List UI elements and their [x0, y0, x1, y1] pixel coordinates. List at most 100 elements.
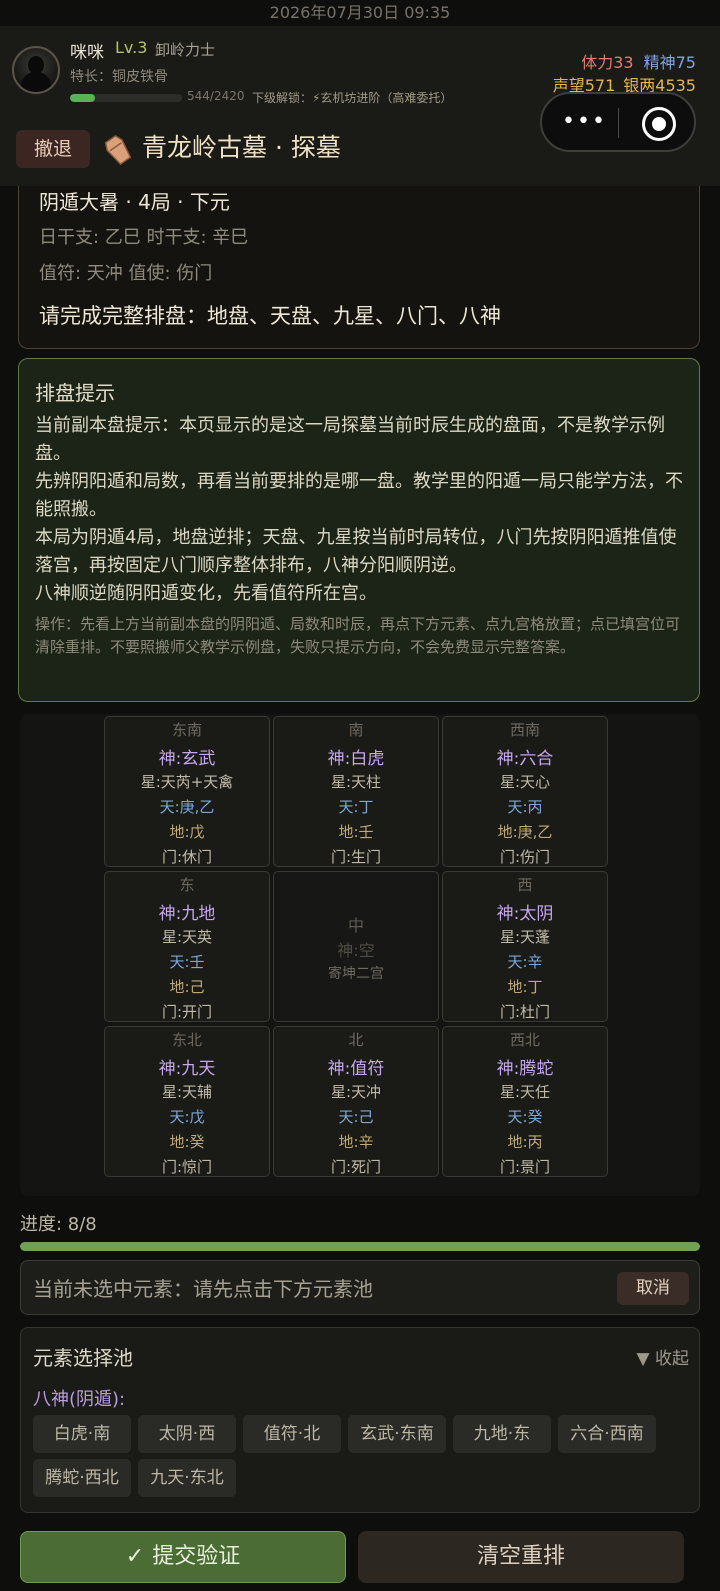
palace-di: 地:己: [169, 978, 205, 996]
element-chip[interactable]: 腾蛇·西北: [33, 1459, 131, 1497]
check-icon: ✓: [125, 1544, 145, 1569]
close-miniprogram-icon[interactable]: [642, 107, 676, 141]
palace-xing: 星:天芮+天禽: [140, 773, 234, 791]
palace-di: 地:丙: [507, 1133, 543, 1151]
stats-row-1: 体力33 精神75: [581, 49, 696, 73]
element-group-label: 八神(阴遁):: [33, 1389, 126, 1410]
element-chip[interactable]: 值符·北: [243, 1415, 341, 1453]
player-name: 咪咪: [70, 43, 104, 63]
element-chip[interactable]: 六合·西南: [558, 1415, 656, 1453]
palace-direction: 中: [347, 916, 364, 935]
palace-southeast[interactable]: 东南 神:玄武 星:天芮+天禽 天:庚,乙 地:戊 门:休门: [104, 716, 270, 867]
palace-tian: 天:癸: [507, 1108, 543, 1126]
hint-body: 当前副本盘提示：本页显示的是这一局探墓当前时辰生成的盘面，不是教学示例盘。 先辨…: [35, 412, 689, 608]
hint-paragraph: 八神顺逆随阴阳遁变化，先看值符所在宫。: [35, 583, 377, 604]
player-trait: 特长：铜皮铁骨: [70, 69, 168, 85]
chart-zhifu-line: 值符: 天冲 值使: 伤门: [39, 263, 213, 284]
palace-direction: 南: [348, 721, 364, 739]
palace-note: 寄坤二宫: [328, 966, 384, 982]
status-bar-time: 2026年07月30日 09:35: [269, 3, 451, 22]
palace-shen: 神:玄武: [158, 749, 216, 769]
palace-tian: 天:辛: [507, 953, 543, 971]
palace-men: 门:惊门: [161, 1158, 213, 1176]
palace-shen: 神:腾蛇: [496, 1059, 554, 1079]
element-chip[interactable]: 九天·东北: [138, 1459, 236, 1497]
palace-di: 地:丁: [507, 978, 543, 996]
clear-reset-button[interactable]: 清空重排: [358, 1531, 684, 1583]
hint-paragraph: 本局为阴遁4局，地盘逆排；天盘、九星按当前时局转位，八门先按阴阳遁推值使落宫，再…: [35, 527, 677, 576]
hint-title: 排盘提示: [35, 381, 115, 405]
palace-west[interactable]: 西 神:太阴 星:天蓬 天:辛 地:丁 门:杜门: [442, 871, 608, 1022]
hint-card: 排盘提示 当前副本盘提示：本页显示的是这一局探墓当前时辰生成的盘面，不是教学示例…: [18, 358, 700, 702]
palace-men: 门:景门: [499, 1158, 551, 1176]
element-chip[interactable]: 玄武·东南: [348, 1415, 446, 1453]
palace-shen: 神:九地: [158, 904, 216, 924]
palace-tian: 天:丙: [507, 798, 543, 816]
hint-paragraph: 当前副本盘提示：本页显示的是这一局探墓当前时辰生成的盘面，不是教学示例盘。: [35, 415, 665, 464]
palace-men: 门:生门: [330, 848, 382, 866]
palace-southwest[interactable]: 西南 神:六合 星:天心 天:丙 地:庚,乙 门:伤门: [442, 716, 608, 867]
palace-direction: 西: [517, 876, 533, 894]
palace-north[interactable]: 北 神:值符 星:天冲 天:己 地:辛 门:死门: [273, 1026, 439, 1177]
palace-direction: 西南: [509, 721, 540, 739]
palace-xing: 星:天柱: [330, 773, 382, 791]
hint-paragraph: 先辨阴阳遁和局数，再看当前要排的是哪一盘。教学里的阳遁一局只能学方法，不能照搬。: [35, 471, 683, 520]
palace-direction: 北: [348, 1031, 364, 1049]
chart-info-card: 阴遁大暑 · 4局 · 下元 日干支: 乙巳 时干支: 辛巳 值符: 天冲 值使…: [18, 186, 700, 349]
palace-shen: 神:九天: [158, 1059, 216, 1079]
palace-di: 地:癸: [169, 1133, 205, 1151]
palace-tian: 天:丁: [338, 798, 374, 816]
chart-task-line: 请完成完整排盘：地盘、天盘、九星、八门、八神: [39, 304, 501, 328]
next-unlock-text: 下级解锁：⚡玄机坊进阶（高难委托）: [252, 91, 453, 105]
palace-direction: 东南: [171, 721, 202, 739]
progress-label: 进度: 8/8: [20, 1214, 97, 1235]
submit-button[interactable]: ✓ 提交验证: [20, 1531, 346, 1583]
current-selection-text: 当前未选中元素：请先点击下方元素池: [33, 1277, 373, 1301]
palace-south[interactable]: 南 神:白虎 星:天柱 天:丁 地:壬 门:生门: [273, 716, 439, 867]
hint-operation: 操作：先看上方当前副本盘的阴阳遁、局数和时辰，再点下方元素、点九宫格放置；点已填…: [35, 615, 681, 656]
retreat-button[interactable]: 撤退: [16, 130, 90, 168]
palace-xing: 星:天英: [161, 928, 213, 946]
element-chip[interactable]: 九地·东: [453, 1415, 551, 1453]
palace-direction: 西北: [509, 1031, 540, 1049]
more-icon[interactable]: •••: [562, 111, 607, 133]
palace-di: 地:戊: [169, 823, 205, 841]
palace-men: 门:开门: [161, 1003, 213, 1021]
element-pool: 元素选择池 ▼ 收起 八神(阴遁): 白虎·南 太阴·西 值符·北 玄武·东南 …: [20, 1327, 700, 1513]
chart-ganzhi-line: 日干支: 乙巳 时干支: 辛巳: [39, 227, 249, 248]
scene-title: 青龙岭古墓 · 探墓: [142, 133, 341, 162]
palace-men: 门:伤门: [499, 848, 551, 866]
current-selection-box: 当前未选中元素：请先点击下方元素池 取消: [20, 1260, 700, 1315]
palace-xing: 星:天辅: [161, 1083, 213, 1101]
stamina-stat: 体力33: [581, 53, 634, 72]
palace-shen: 神:太阴: [496, 904, 554, 924]
palace-xing: 星:天心: [499, 773, 551, 791]
palace-tian: 天:戊: [169, 1108, 205, 1126]
avatar[interactable]: [12, 46, 60, 94]
element-pool-title: 元素选择池: [33, 1346, 133, 1370]
spirit-stat: 精神75: [643, 53, 696, 72]
palace-tian: 天:壬: [169, 953, 205, 971]
progress-bar-fill: [20, 1242, 700, 1251]
progress-bar: [20, 1242, 700, 1251]
cancel-button[interactable]: 取消: [617, 1272, 689, 1305]
palace-di: 地:辛: [338, 1133, 374, 1151]
player-level: Lv.3: [115, 38, 148, 57]
palace-east[interactable]: 东 神:九地 星:天英 天:壬 地:己 门:开门: [104, 871, 270, 1022]
player-header: 咪咪 Lv.3 卸岭力士 特长：铜皮铁骨 544/2420 下级解锁：⚡玄机坊进…: [0, 26, 720, 186]
palace-tian: 天:己: [338, 1108, 374, 1126]
palace-northwest[interactable]: 西北 神:腾蛇 星:天任 天:癸 地:丙 门:景门: [442, 1026, 608, 1177]
palace-di: 地:壬: [338, 823, 374, 841]
palace-center: 中 神:空 寄坤二宫: [273, 871, 439, 1022]
palace-shen: 神:空: [337, 941, 375, 960]
palace-direction: 东北: [171, 1031, 202, 1049]
palace-direction: 东: [179, 876, 195, 894]
palace-shen: 神:白虎: [327, 749, 385, 769]
palace-northeast[interactable]: 东北 神:九天 星:天辅 天:戊 地:癸 门:惊门: [104, 1026, 270, 1177]
collapse-toggle[interactable]: ▼ 收起: [637, 1344, 689, 1369]
coffin-icon: [104, 135, 132, 166]
element-chip[interactable]: 白虎·南: [33, 1415, 131, 1453]
xp-bar: [70, 94, 182, 102]
element-chip[interactable]: 太阴·西: [138, 1415, 236, 1453]
palace-men: 门:杜门: [499, 1003, 551, 1021]
